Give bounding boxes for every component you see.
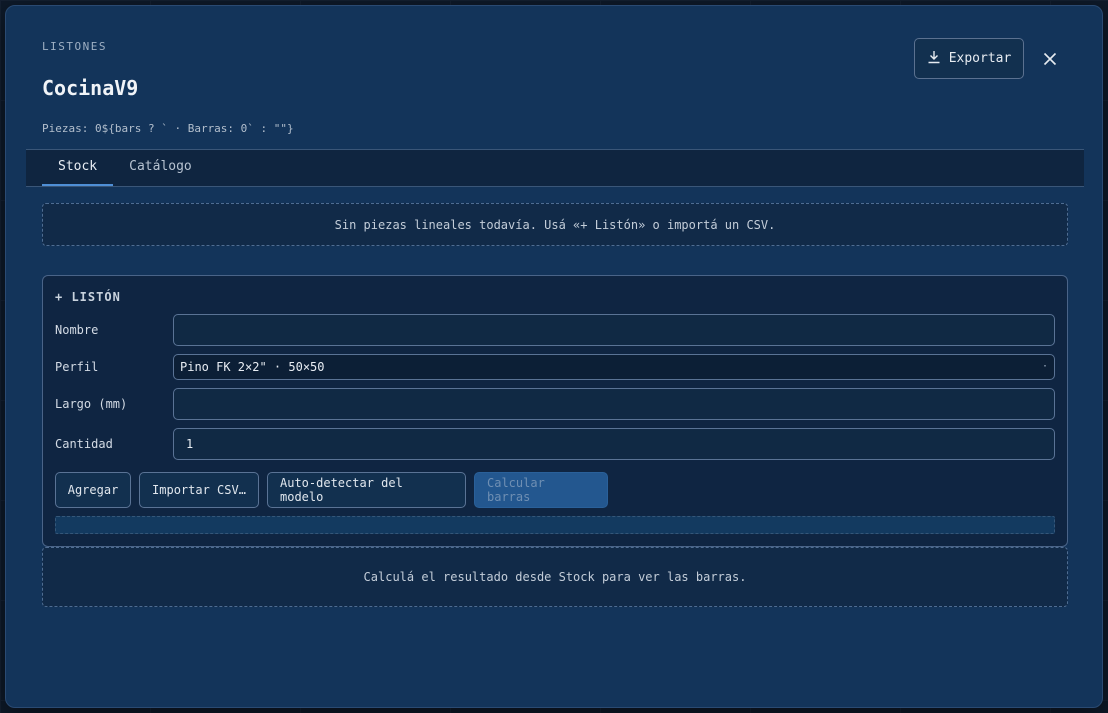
nombre-input[interactable] (173, 314, 1055, 346)
auto-detect-button[interactable]: Auto-detectar del modelo (267, 472, 466, 508)
cantidad-input[interactable]: 1 (173, 428, 1055, 460)
largo-label: Largo (mm) (55, 397, 128, 411)
empty-stock-message: Sin piezas lineales todavía. Usá «+ List… (42, 203, 1068, 246)
agregar-button[interactable]: Agregar (55, 472, 131, 508)
page-title: CocinaV9 (42, 76, 139, 100)
export-button[interactable]: Exportar (914, 38, 1024, 79)
modal-eyebrow: LISTONES (42, 40, 107, 53)
calcular-barras-button[interactable]: Calcular barras (474, 472, 608, 508)
download-icon (927, 50, 941, 68)
tab-catalogo[interactable]: Catálogo (113, 150, 208, 186)
progress-track (55, 516, 1055, 534)
perfil-select[interactable]: Pino FK 2×2" · 50×50 · (173, 354, 1055, 380)
chevron-down-icon: · (1041, 361, 1048, 372)
cantidad-label: Cantidad (55, 437, 113, 451)
nombre-label: Nombre (55, 323, 99, 337)
perfil-label: Perfil (55, 360, 99, 374)
importar-csv-button[interactable]: Importar CSV… (139, 472, 259, 508)
pieces-summary: Piezas: 0${bars ? ` · Barras: 0` : ""} (42, 122, 294, 135)
tab-bar: Stock Catálogo (26, 149, 1084, 187)
form-heading: + LISTÓN (55, 290, 121, 304)
largo-input[interactable] (173, 388, 1055, 420)
result-empty-message: Calculá el resultado desde Stock para ve… (42, 547, 1068, 607)
close-button[interactable] (1038, 48, 1062, 72)
tab-stock[interactable]: Stock (42, 150, 114, 186)
add-liston-form: + LISTÓN Nombre Perfil Pino FK 2×2" · 50… (42, 275, 1068, 547)
export-label: Exportar (948, 51, 1012, 66)
close-icon (1043, 51, 1057, 70)
listones-modal: LISTONES CocinaV9 Piezas: 0${bars ? ` · … (5, 5, 1103, 708)
perfil-selected-value: Pino FK 2×2" · 50×50 (180, 360, 325, 374)
